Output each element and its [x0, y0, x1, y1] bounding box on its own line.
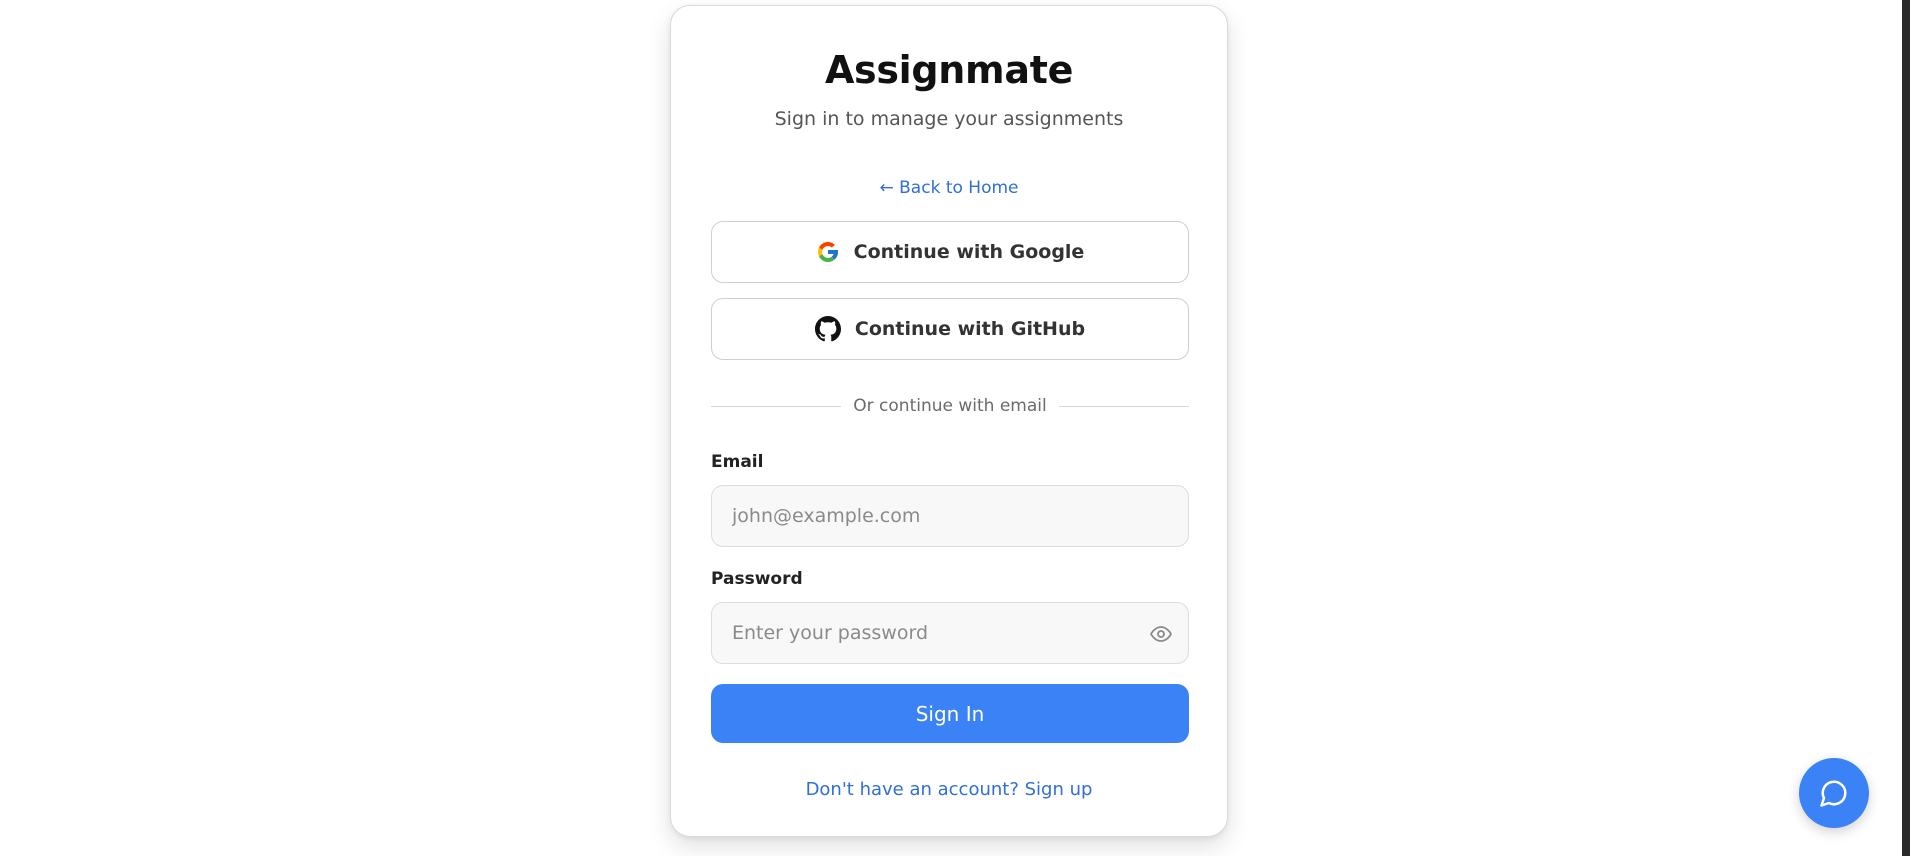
email-field-container — [711, 485, 1189, 547]
google-signin-button[interactable]: Continue with Google — [711, 221, 1189, 283]
github-button-label: Continue with GitHub — [854, 318, 1086, 340]
app-title: Assignmate — [824, 48, 1074, 92]
github-signin-button[interactable]: Continue with GitHub — [711, 298, 1189, 360]
sign-up-link[interactable]: Don't have an account? Sign up — [671, 779, 1227, 800]
password-field-container — [711, 602, 1189, 664]
window-edge — [1902, 0, 1910, 856]
divider-line-right — [1058, 405, 1190, 407]
email-field[interactable] — [712, 486, 1188, 546]
github-icon — [814, 316, 841, 342]
chat-launcher-button[interactable] — [1799, 758, 1869, 828]
sign-in-button[interactable]: Sign In — [711, 684, 1189, 743]
app-subtitle: Sign in to manage your assignments — [774, 108, 1124, 130]
password-field[interactable] — [712, 603, 1188, 663]
page-background: Assignmate Sign in to manage your assign… — [0, 0, 1902, 856]
password-label: Password — [711, 569, 803, 589]
chat-bubble-icon — [1819, 778, 1849, 808]
divider-text: Or continue with email — [853, 396, 1047, 416]
google-icon — [816, 240, 840, 264]
eye-icon[interactable] — [1148, 622, 1174, 646]
back-to-home-link[interactable]: ← Back to Home — [671, 178, 1227, 198]
email-label: Email — [711, 452, 764, 472]
google-button-label: Continue with Google — [853, 241, 1085, 263]
login-card: Assignmate Sign in to manage your assign… — [670, 5, 1228, 837]
email-divider: Or continue with email — [711, 394, 1190, 418]
divider-line-left — [711, 405, 842, 407]
